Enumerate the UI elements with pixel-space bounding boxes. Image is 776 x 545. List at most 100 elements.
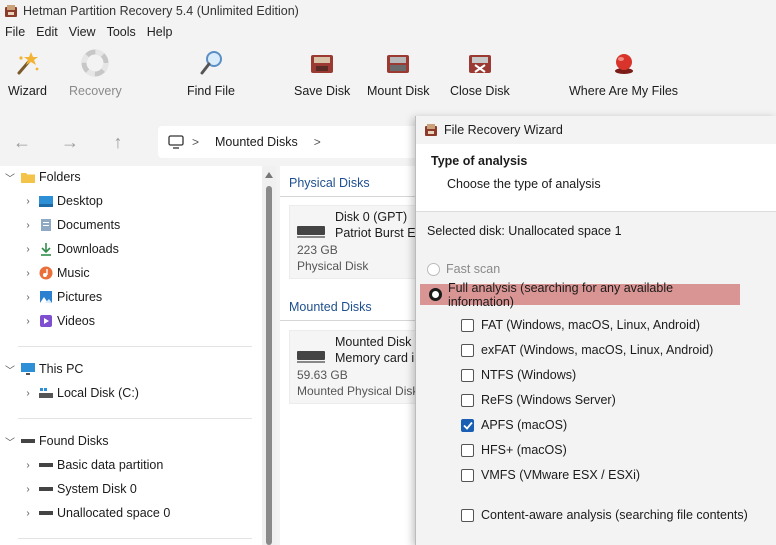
fast-scan-radio[interactable]: Fast scan: [427, 259, 500, 279]
desktop-icon: [38, 194, 54, 208]
chevron-down-icon[interactable]: ﹀: [2, 434, 18, 449]
tree-item-local-disk[interactable]: › Local Disk (C:): [20, 382, 139, 404]
close-disk-icon: [465, 48, 495, 78]
menu-view[interactable]: View: [69, 25, 96, 39]
documents-icon: [38, 218, 54, 232]
dialog-title-bar[interactable]: File Recovery Wizard: [416, 116, 776, 144]
folder-icon: [20, 170, 36, 184]
tree-divider: [18, 418, 252, 419]
app-icon: [5, 5, 17, 17]
breadcrumb-separator: >: [313, 135, 321, 149]
filesystem-option-hfs[interactable]: HFS+ (macOS): [461, 440, 567, 460]
checkbox[interactable]: [461, 318, 474, 332]
chevron-right-icon[interactable]: ›: [20, 220, 36, 231]
menu-file[interactable]: File: [5, 25, 25, 39]
chevron-right-icon[interactable]: ›: [20, 460, 36, 471]
tree-label: Music: [57, 266, 90, 280]
tree-item-pictures[interactable]: › Pictures: [20, 286, 102, 308]
radio-button-selected[interactable]: [429, 288, 442, 301]
tree-scrollbar[interactable]: [262, 166, 276, 545]
option-label: ReFS (Windows Server): [481, 393, 616, 407]
back-button[interactable]: ←: [10, 130, 34, 154]
checkbox[interactable]: [461, 508, 474, 522]
drive-icon: [38, 458, 54, 472]
forward-button[interactable]: →: [58, 130, 82, 154]
where-are-my-files-button[interactable]: Where Are My Files: [569, 48, 678, 98]
tree-item-system-disk[interactable]: › System Disk 0: [20, 478, 137, 500]
recovery-button[interactable]: Recovery: [69, 48, 122, 98]
disk-model: Memory card in: [335, 351, 422, 365]
filesystem-option-refs[interactable]: ReFS (Windows Server): [461, 390, 616, 410]
checkbox[interactable]: [461, 343, 474, 357]
radio-button[interactable]: [427, 262, 440, 276]
tree-item-desktop[interactable]: › Desktop: [20, 190, 103, 212]
option-label: NTFS (Windows): [481, 368, 577, 382]
up-button[interactable]: ↑: [106, 130, 130, 154]
tree-label: Desktop: [57, 194, 103, 208]
filesystem-option-vmfs[interactable]: VMFS (VMware ESX / ESXi): [461, 465, 640, 485]
chevron-down-icon[interactable]: ﹀: [2, 170, 18, 185]
filesystem-option-exfat[interactable]: exFAT (Windows, macOS, Linux, Android): [461, 340, 713, 360]
filesystem-option-ntfs[interactable]: NTFS (Windows): [461, 365, 576, 385]
address-bar[interactable]: > Mounted Disks >: [158, 126, 458, 158]
videos-icon: [38, 314, 54, 328]
tree-divider: [18, 538, 252, 539]
mount-disk-icon: [383, 48, 413, 78]
find-file-button[interactable]: Find File: [187, 48, 235, 98]
download-arrow-icon: [38, 242, 54, 256]
tree-label: Local Disk (C:): [57, 386, 139, 400]
tree-item-videos[interactable]: › Videos: [20, 310, 95, 332]
app-icon: [425, 124, 437, 136]
tree-item-documents[interactable]: › Documents: [20, 214, 120, 236]
tree-item-music[interactable]: › Music: [20, 262, 90, 284]
tree-item-unallocated[interactable]: › Unallocated space 0: [20, 502, 170, 524]
tree-item-basic-partition[interactable]: › Basic data partition: [20, 454, 163, 476]
chevron-right-icon[interactable]: ›: [20, 292, 36, 303]
chevron-right-icon[interactable]: ›: [20, 268, 36, 279]
tree-item-downloads[interactable]: › Downloads: [20, 238, 119, 260]
fast-scan-label: Fast scan: [446, 262, 501, 276]
checkbox-checked[interactable]: [461, 418, 474, 432]
wizard-wand-icon: [12, 48, 42, 78]
checkbox[interactable]: [461, 368, 474, 382]
disk-size: 59.63 GB: [297, 368, 348, 382]
scrollbar-thumb[interactable]: [266, 186, 272, 545]
save-disk-button[interactable]: Save Disk: [294, 48, 350, 98]
filesystem-option-apfs[interactable]: APFS (macOS): [461, 415, 567, 435]
tree-item-folders[interactable]: ﹀ Folders: [2, 166, 81, 188]
chevron-right-icon[interactable]: ›: [20, 508, 36, 519]
checkbox[interactable]: [461, 393, 474, 407]
chevron-right-icon[interactable]: ›: [20, 316, 36, 327]
chevron-right-icon[interactable]: ›: [20, 484, 36, 495]
tree-label: Found Disks: [39, 434, 109, 448]
filesystem-option-fat[interactable]: FAT (Windows, macOS, Linux, Android): [461, 315, 700, 335]
breadcrumb-mounted-disks[interactable]: Mounted Disks: [215, 135, 298, 149]
chevron-down-icon[interactable]: ﹀: [2, 362, 18, 377]
chevron-right-icon[interactable]: ›: [20, 196, 36, 207]
wizard-body: Selected disk: Unallocated space 1 Fast …: [416, 212, 776, 545]
magnifier-icon: [196, 48, 226, 78]
chevron-right-icon[interactable]: ›: [20, 244, 36, 255]
checkbox[interactable]: [461, 443, 474, 457]
content-aware-option[interactable]: Content-aware analysis (searching file c…: [461, 505, 748, 525]
tree-item-found-disks[interactable]: ﹀ Found Disks: [2, 430, 108, 452]
wizard-button[interactable]: Wizard: [8, 48, 47, 98]
menu-help[interactable]: Help: [147, 25, 173, 39]
menu-tools[interactable]: Tools: [107, 25, 136, 39]
tree-item-this-pc[interactable]: ﹀ This PC: [2, 358, 83, 380]
full-analysis-radio[interactable]: Full analysis (searching for any availab…: [420, 281, 740, 309]
mount-disk-button[interactable]: Mount Disk: [367, 48, 430, 98]
alarm-button-icon: [609, 48, 639, 78]
menu-edit[interactable]: Edit: [36, 25, 58, 39]
music-icon: [38, 266, 54, 280]
save-disk-label: Save Disk: [294, 84, 351, 98]
option-label: APFS (macOS): [481, 418, 568, 432]
close-disk-button[interactable]: Close Disk: [450, 48, 510, 98]
disk-size: 223 GB: [297, 243, 338, 257]
breadcrumb-separator: >: [192, 135, 200, 149]
title-bar: Hetman Partition Recovery 5.4 (Unlimited…: [0, 0, 776, 22]
scroll-up-arrow-icon[interactable]: [265, 172, 273, 178]
window-title: Hetman Partition Recovery 5.4 (Unlimited…: [23, 4, 299, 18]
chevron-right-icon[interactable]: ›: [20, 388, 36, 399]
checkbox[interactable]: [461, 468, 474, 482]
